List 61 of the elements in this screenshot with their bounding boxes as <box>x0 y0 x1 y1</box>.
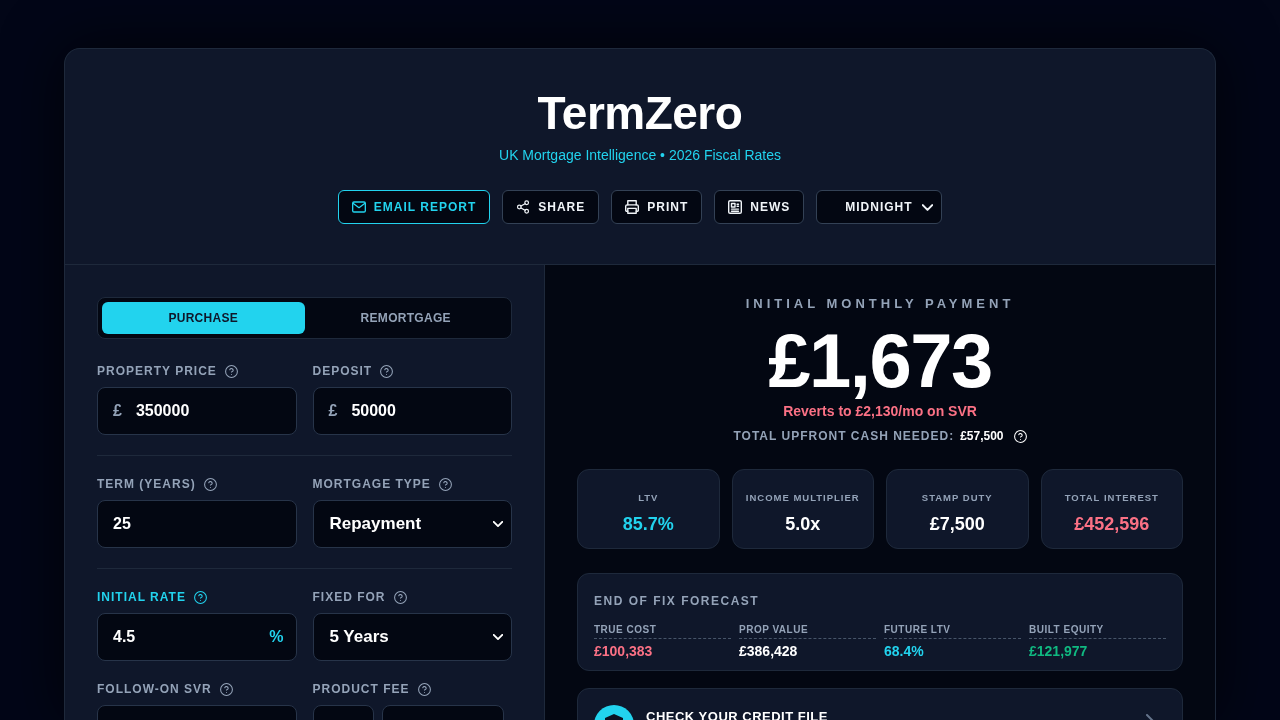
chevron-down-icon <box>493 521 503 527</box>
forecast-value: 68.4% <box>884 642 924 660</box>
share-button[interactable]: SHARE <box>502 190 600 224</box>
forecast-label: BUILT EQUITY <box>1029 624 1166 639</box>
mode-tab[interactable]: PURCHASE <box>102 302 305 334</box>
printer-icon <box>625 200 640 214</box>
input-field[interactable]: 4.5 % <box>97 613 297 661</box>
help-icon <box>417 682 431 696</box>
stat-label: TOTAL INTEREST <box>1064 492 1159 504</box>
dropdown-field[interactable]: Repayment <box>312 500 512 548</box>
print-button[interactable]: PRINT <box>611 190 703 224</box>
newspaper-icon <box>728 200 743 214</box>
forecast-label: TRUE COST <box>594 624 731 639</box>
forecast-value: £386,428 <box>739 642 798 660</box>
stat-label: STAMP DUTY <box>921 492 993 504</box>
forecast-label: PROP VALUE <box>739 624 876 639</box>
upfront-value: £57,500 <box>960 428 1004 444</box>
stat-value: 85.7% <box>622 513 674 536</box>
revert-note: Reverts to £2,130/mo on SVR <box>783 402 977 420</box>
stat-value: 5.0x <box>785 513 821 536</box>
stat-value: £7,500 <box>929 513 985 536</box>
news-button[interactable]: NEWS <box>714 190 805 224</box>
forecast-value: £100,383 <box>594 642 653 660</box>
app-subtitle: UK Mortgage Intelligence • 2026 Fiscal Rates <box>499 146 781 165</box>
help-icon <box>1013 429 1027 443</box>
forecast-title: END OF FIX FORECAST <box>594 594 760 608</box>
theme-dropdown[interactable]: MIDNIGHT <box>816 190 943 224</box>
input-field[interactable]: £ 350000 <box>97 387 297 435</box>
payment-caption: INITIAL MONTHLY PAYMENT <box>745 296 1015 312</box>
help-icon <box>224 364 238 378</box>
share-icon <box>516 200 531 214</box>
help-icon <box>393 590 407 604</box>
stat-label: LTV <box>638 492 659 504</box>
field-label: FIXED FOR <box>312 589 386 605</box>
field-label: PROPERTY PRICE <box>97 363 217 379</box>
chevron-down-icon <box>493 634 503 640</box>
dropdown-field[interactable]: 5 Years <box>312 613 512 661</box>
forecast-label: FUTURE LTV <box>884 624 1021 639</box>
chevron-down-icon <box>922 203 934 211</box>
help-icon <box>203 477 217 491</box>
help-icon <box>438 477 452 491</box>
input-field[interactable]: £ 50000 <box>312 387 512 435</box>
payment-amount: £1,673 <box>768 323 992 399</box>
field-label: MORTGAGE TYPE <box>312 476 431 492</box>
mode-tab[interactable]: REMORTGAGE <box>304 302 507 334</box>
help-icon <box>193 590 207 604</box>
stat-value: £452,596 <box>1074 513 1150 536</box>
forecast-value: £121,977 <box>1029 642 1088 660</box>
stat-label: INCOME MULTIPLIER <box>745 492 860 504</box>
upfront-label: TOTAL UPFRONT CASH NEEDED: <box>733 428 955 444</box>
mail-icon <box>351 200 366 214</box>
field-label: PRODUCT FEE <box>312 681 410 697</box>
help-icon <box>380 364 394 378</box>
email-button[interactable]: EMAIL REPORT <box>337 190 491 224</box>
field-label: FOLLOW-ON SVR <box>97 681 212 697</box>
field-label: TERM (YEARS) <box>97 476 196 492</box>
field-label: DEPOSIT <box>312 363 373 379</box>
input-field[interactable]: 25 <box>97 500 297 548</box>
help-icon <box>219 682 233 696</box>
field-label: INITIAL RATE <box>97 589 186 605</box>
app-title: TermZero <box>537 87 743 139</box>
